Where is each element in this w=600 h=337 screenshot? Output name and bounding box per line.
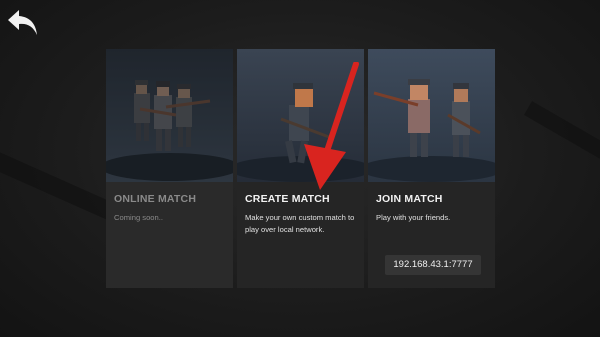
back-button[interactable] bbox=[7, 8, 39, 38]
join-match-info: JOIN MATCH Play with your friends. 192.1… bbox=[368, 182, 495, 288]
create-match-description: Make your own custom match to play over … bbox=[245, 213, 355, 234]
online-match-description: Coming soon.. bbox=[114, 213, 163, 222]
join-match-card[interactable]: JOIN MATCH Play with your friends. 192.1… bbox=[368, 49, 495, 288]
online-match-card[interactable]: ONLINE MATCH Coming soon.. bbox=[106, 49, 233, 288]
server-ip-badge: 192.168.43.1:7777 bbox=[385, 255, 481, 275]
join-match-image bbox=[368, 49, 495, 182]
online-match-title: ONLINE MATCH bbox=[114, 193, 197, 205]
online-match-info: ONLINE MATCH Coming soon.. bbox=[106, 182, 233, 288]
back-arrow-icon bbox=[8, 10, 37, 35]
join-match-title: JOIN MATCH bbox=[376, 193, 443, 205]
online-match-image bbox=[106, 49, 233, 182]
create-match-image bbox=[237, 49, 364, 182]
create-match-info: CREATE MATCH Make your own custom match … bbox=[237, 182, 364, 288]
background-silhouette bbox=[524, 101, 600, 175]
create-match-card[interactable]: CREATE MATCH Make your own custom match … bbox=[237, 49, 364, 288]
create-match-title: CREATE MATCH bbox=[245, 193, 330, 205]
join-match-description: Play with your friends. bbox=[376, 213, 451, 222]
